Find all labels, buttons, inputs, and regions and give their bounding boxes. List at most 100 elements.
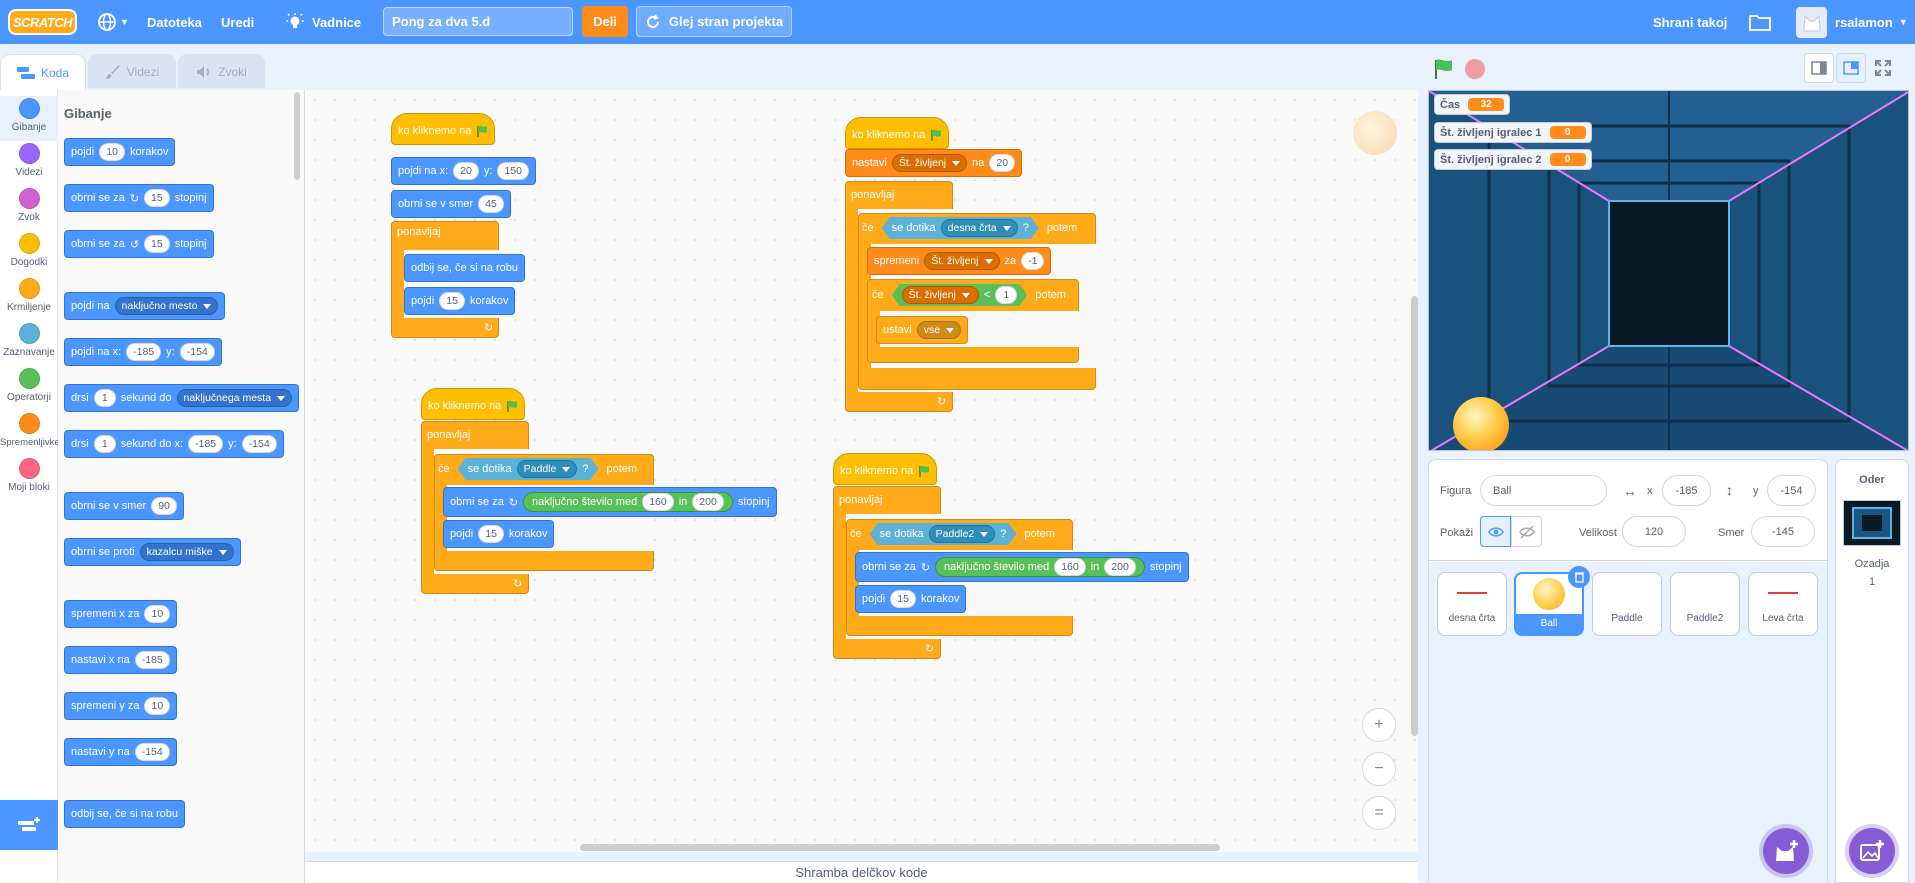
add-extension-button[interactable]: [0, 800, 58, 850]
block-input[interactable]: 20: [453, 162, 479, 180]
category-operators[interactable]: Operatorji: [0, 366, 58, 411]
stage-target-pane[interactable]: Oder Ozadja 1: [1835, 459, 1909, 883]
block-move-steps[interactable]: pojdi 15 korakov: [855, 585, 967, 613]
category-control[interactable]: Krmiljenje: [0, 276, 58, 321]
hat-when-flag-clicked[interactable]: ko kliknemo na: [833, 453, 938, 485]
block-goto-xy[interactable]: pojdi na x: 20 y: 150: [391, 157, 536, 185]
block-dropdown[interactable]: kazalcu miške: [139, 543, 234, 561]
block-input[interactable]: 10: [144, 605, 171, 623]
block-input[interactable]: -154: [241, 435, 277, 453]
block-change-y[interactable]: spremeni y za 10: [64, 692, 178, 720]
block-input[interactable]: 15: [144, 235, 170, 253]
workspace-scrollbar-vertical[interactable]: [1411, 296, 1418, 736]
tab-sounds[interactable]: Zvoki: [178, 54, 265, 88]
block-input[interactable]: -185: [188, 435, 224, 453]
block-goto-xy[interactable]: pojdi na x: -185 y: -154: [64, 338, 222, 366]
block-input[interactable]: -1: [1021, 252, 1045, 270]
block-input[interactable]: 1: [93, 435, 116, 453]
block-input[interactable]: -185: [126, 343, 162, 361]
tutorials-menu[interactable]: Vadnice: [286, 0, 361, 44]
normal-stage-button[interactable]: [1836, 53, 1866, 83]
block-move-steps[interactable]: pojdi 15 korakov: [443, 520, 555, 548]
block-dropdown[interactable]: naključnega mesta: [176, 389, 293, 407]
small-stage-button[interactable]: [1804, 53, 1834, 83]
stage[interactable]: Čas 32 Št. življenj igralec 1 0 Št. življe…: [1428, 90, 1909, 451]
block-input[interactable]: 15: [478, 525, 504, 543]
block-point-towards[interactable]: obrni se proti kazalcu miške: [64, 538, 241, 566]
fullscreen-button[interactable]: [1874, 59, 1892, 80]
zoom-out-button[interactable]: −: [1362, 752, 1396, 786]
category-motion[interactable]: Gibanje: [0, 96, 58, 141]
tab-code[interactable]: Koda: [0, 54, 86, 90]
block-turn-right[interactable]: obrni se za ↻ 15 stopinj: [64, 184, 214, 212]
scratch-logo[interactable]: SCRATCH: [8, 9, 77, 35]
block-input[interactable]: 15: [439, 292, 465, 310]
sprite-tile[interactable]: desna črta: [1437, 572, 1507, 636]
block-bounce[interactable]: odbij se, če si na robu: [64, 800, 186, 828]
backpack[interactable]: Shramba delčkov kode: [305, 861, 1418, 883]
touching-condition[interactable]: se dotika Paddle2?: [870, 523, 1017, 545]
block-input[interactable]: 15: [144, 189, 170, 207]
account-menu[interactable]: rsalamon ▼: [1835, 0, 1908, 44]
block-change-x[interactable]: spremeni x za 10: [64, 600, 178, 628]
block-set-variable[interactable]: nastavi Št. življenj na 20: [845, 149, 1023, 177]
show-visible-button[interactable]: [1480, 516, 1511, 547]
block-move-steps[interactable]: pojdi 10 korakov: [64, 138, 176, 166]
block-input[interactable]: 90: [151, 497, 177, 515]
block-input[interactable]: 15: [890, 590, 916, 608]
block-change-variable[interactable]: spremeni Št. življenj za -1: [867, 247, 1052, 275]
workspace-scrollbar-horizontal[interactable]: [580, 844, 1220, 851]
category-sound[interactable]: Zvok: [0, 186, 58, 231]
green-flag-button[interactable]: [1432, 58, 1454, 83]
block-input[interactable]: -185: [134, 651, 170, 669]
show-hidden-button[interactable]: [1511, 516, 1542, 547]
save-now-button[interactable]: Shrani takoj: [1653, 0, 1727, 44]
block-input[interactable]: 150: [497, 162, 529, 180]
random-reporter[interactable]: naključno število med 160 in 200: [935, 557, 1145, 577]
random-reporter[interactable]: naključno število med 160 in 200: [523, 492, 733, 512]
block-dropdown[interactable]: vse: [916, 321, 962, 339]
delete-sprite-button[interactable]: [1568, 566, 1590, 588]
less-than-condition[interactable]: Št. življenj <1: [892, 284, 1028, 306]
block-set-y[interactable]: nastavi y na -154: [64, 738, 177, 766]
monitor-time[interactable]: Čas 32: [1434, 94, 1511, 115]
block-dropdown[interactable]: desna črta: [941, 219, 1018, 237]
block-dropdown[interactable]: Paddle: [517, 460, 578, 478]
file-menu[interactable]: Datoteka: [147, 0, 202, 44]
block-input[interactable]: 10: [99, 143, 125, 161]
block-set-x[interactable]: nastavi x na -185: [64, 646, 177, 674]
size-input[interactable]: 120: [1622, 516, 1686, 547]
choose-sprite-button[interactable]: [1763, 828, 1809, 874]
share-button[interactable]: Deli: [582, 6, 628, 37]
category-variables[interactable]: Spremenljivke: [0, 411, 60, 456]
block-goto[interactable]: pojdi na naključno mesto: [64, 292, 226, 320]
category-my-blocks[interactable]: Moji bloki: [0, 456, 58, 501]
block-dropdown[interactable]: naključno mesto: [114, 297, 219, 315]
variable-reporter[interactable]: Št. življenj: [902, 286, 979, 304]
monitor-lives-player2[interactable]: Št. življenj igralec 2 0: [1434, 149, 1592, 170]
language-menu[interactable]: ▼: [97, 0, 129, 44]
block-input[interactable]: 200: [1104, 558, 1136, 576]
block-stop[interactable]: ustavi vse: [876, 316, 969, 344]
sprite-tile[interactable]: Paddle2: [1670, 572, 1740, 636]
sprite-name-input[interactable]: Ball: [1480, 475, 1607, 506]
my-stuff-button[interactable]: [1749, 0, 1771, 44]
touching-condition[interactable]: se dotika desna črta?: [882, 217, 1039, 239]
block-dropdown[interactable]: Št. življenj: [891, 154, 968, 172]
tab-costumes[interactable]: Videzi: [88, 54, 176, 88]
block-input[interactable]: 160: [642, 493, 674, 511]
category-sensing[interactable]: Zaznavanje: [0, 321, 58, 366]
hat-when-flag-clicked[interactable]: ko kliknemo na: [391, 113, 496, 145]
block-dropdown[interactable]: Paddle2: [929, 525, 996, 543]
touching-condition[interactable]: se dotika Paddle?: [458, 458, 599, 480]
category-events[interactable]: Dogodki: [0, 231, 58, 276]
block-move-steps[interactable]: pojdi 15 korakov: [404, 287, 516, 315]
hat-when-flag-clicked[interactable]: ko kliknemo na: [421, 388, 526, 420]
palette-scrollbar[interactable]: [294, 92, 300, 180]
block-input[interactable]: 160: [1054, 558, 1086, 576]
block-input[interactable]: 1: [995, 286, 1017, 304]
hat-when-flag-clicked[interactable]: ko kliknemo na: [845, 117, 950, 149]
block-input[interactable]: 45: [478, 195, 504, 213]
block-glide-to[interactable]: drsi 1 sekund do naključnega mesta: [64, 384, 300, 412]
block-turn-left[interactable]: obrni se za ↺ 15 stopinj: [64, 230, 214, 258]
